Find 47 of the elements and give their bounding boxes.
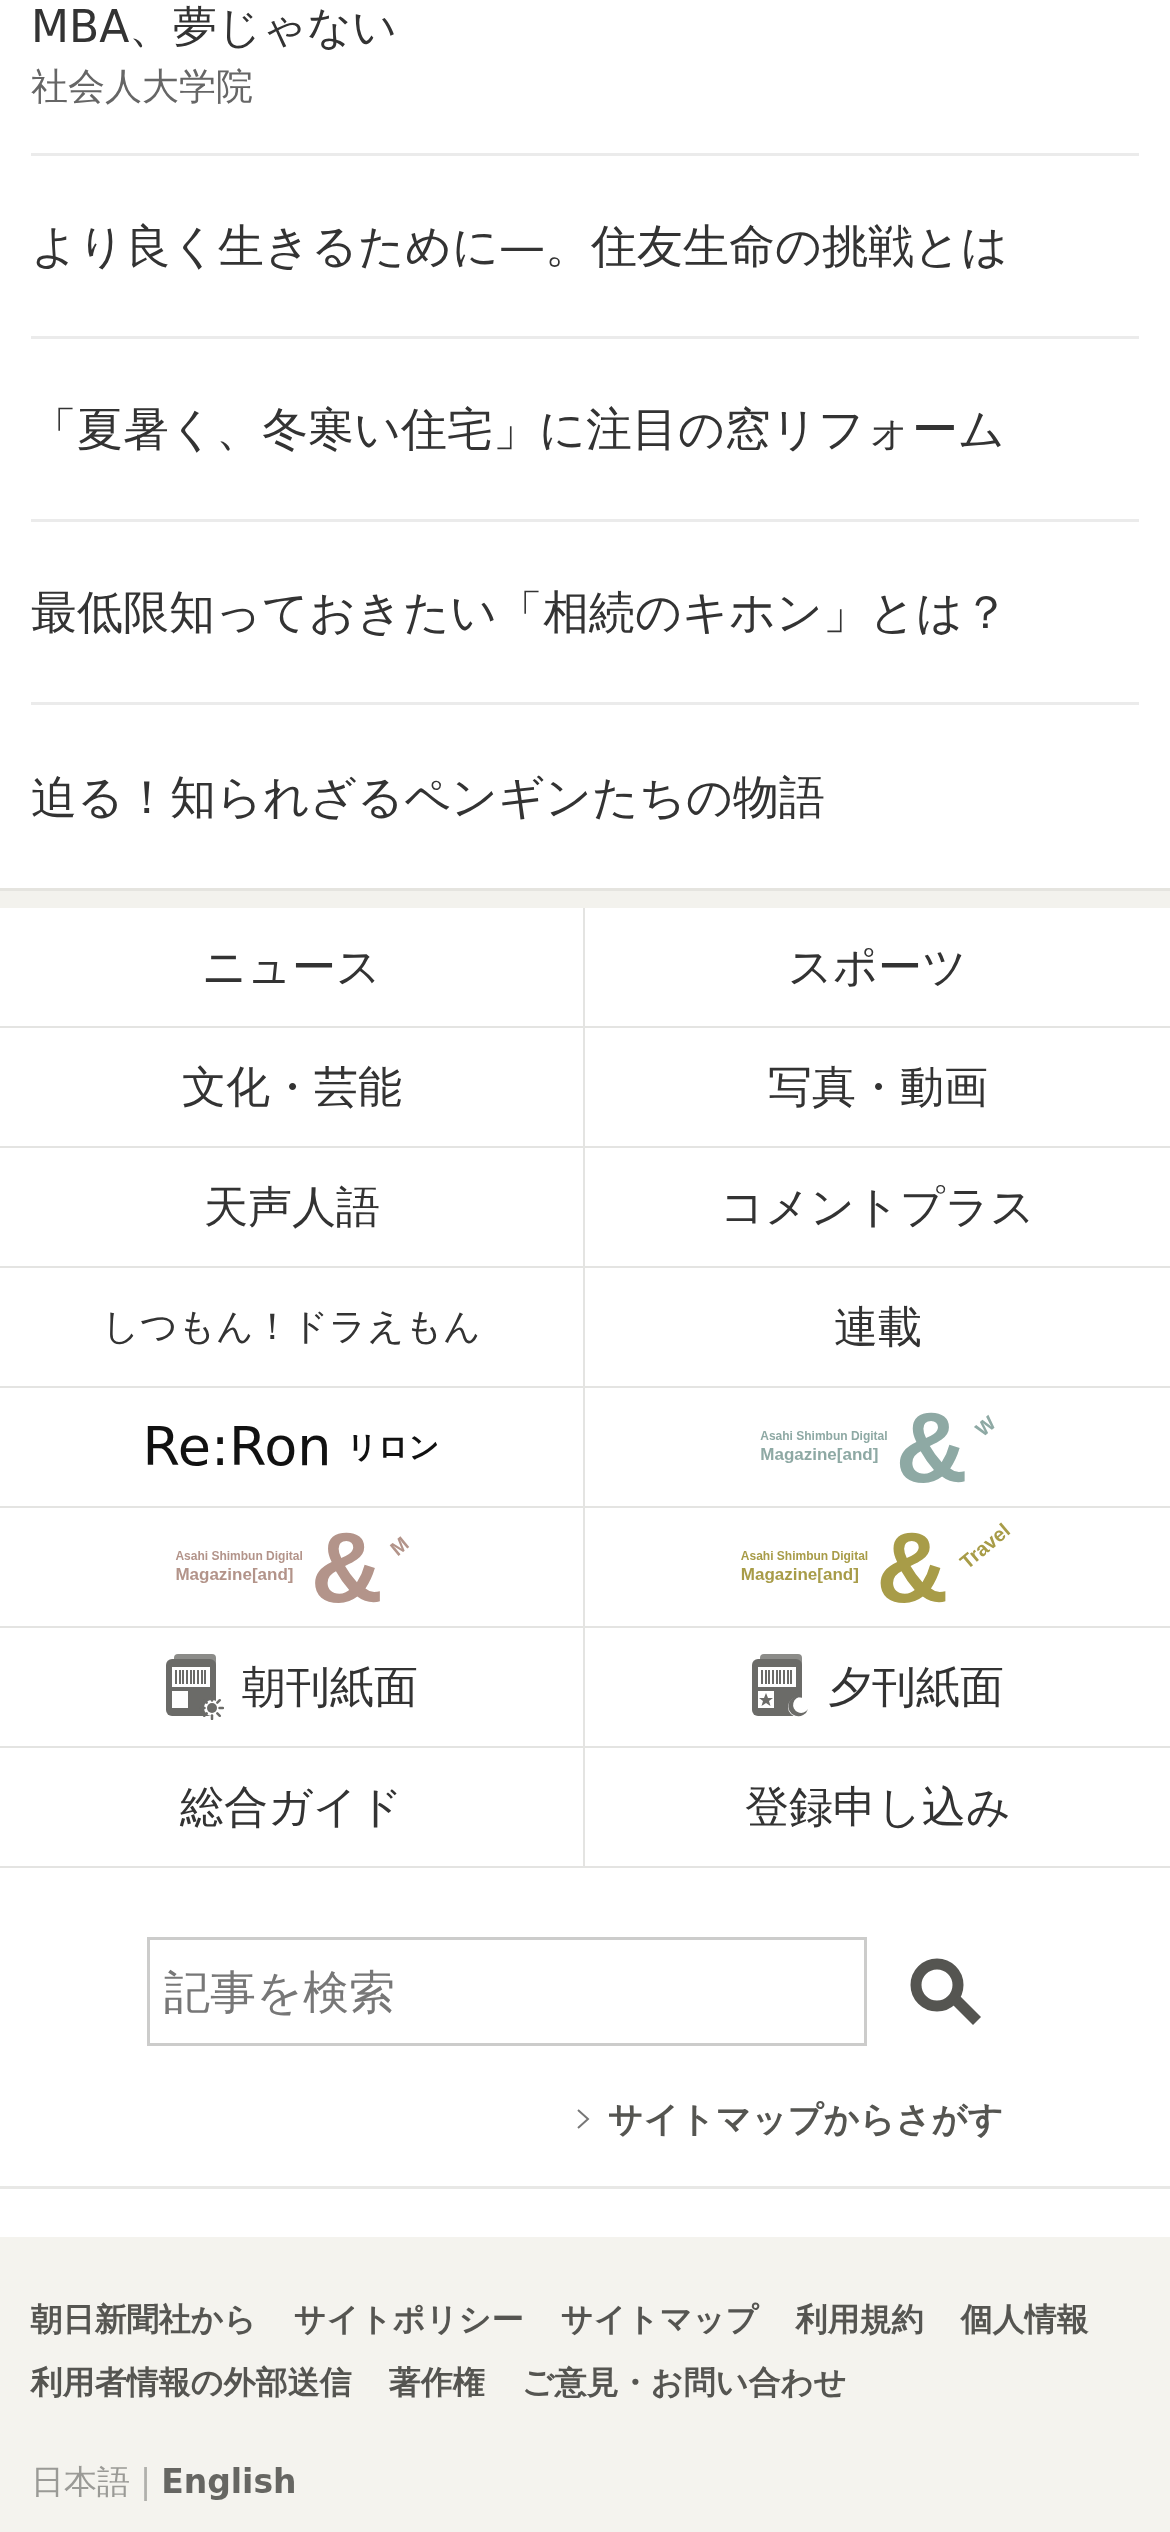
- footer-link[interactable]: 利用規約: [796, 2295, 924, 2343]
- nav-link[interactable]: スポーツ: [585, 908, 1170, 1028]
- nav-link[interactable]: 夕刊紙面: [585, 1628, 1170, 1748]
- language-option[interactable]: English: [161, 2458, 297, 2506]
- logo-kana: リロン: [347, 1428, 441, 1466]
- footer-link[interactable]: 著作権: [389, 2358, 485, 2406]
- footer-link[interactable]: サイトポリシー: [294, 2295, 524, 2343]
- footer-link[interactable]: サイトマップ: [561, 2295, 759, 2343]
- newspaper-sun-icon: [165, 1654, 224, 1720]
- sitemap-link[interactable]: サイトマップからさがす: [576, 2094, 1004, 2144]
- footer-link[interactable]: 朝日新聞社から: [31, 2295, 257, 2343]
- footer-link[interactable]: ご意見・お問い合わせ: [522, 2358, 847, 2406]
- logo-wordmark: Re:Ron: [142, 1417, 332, 1477]
- logo-title: Magazine[and]: [740, 1564, 860, 1586]
- logo-caption: Asahi Shimbun Digital: [740, 1548, 869, 1564]
- article-link[interactable]: より良く生きるために—。住友生命の挑戦とは: [31, 216, 1008, 276]
- nav-link[interactable]: しつもん！ドラえもん: [0, 1268, 585, 1388]
- footer-link[interactable]: 利用者情報の外部送信: [31, 2358, 352, 2406]
- nav-link[interactable]: 総合ガイド: [0, 1748, 585, 1868]
- nav-link[interactable]: ニュース: [0, 908, 585, 1028]
- newspaper-moon-icon: [751, 1654, 810, 1720]
- article-link[interactable]: 最低限知っておきたい「相続のキホン」とは？: [31, 582, 1009, 642]
- sponsor-label: 社会人大学院: [31, 64, 253, 110]
- nav-link[interactable]: 天声人語: [0, 1148, 585, 1268]
- article-link[interactable]: 「夏暑く、冬寒い住宅」に注目の窓リフォーム: [31, 399, 1005, 459]
- nav-link[interactable]: 写真・動画: [585, 1028, 1170, 1148]
- search-field[interactable]: 記事を検索: [147, 1937, 867, 2046]
- logo-title: Magazine[and]: [760, 1444, 880, 1466]
- logo-suffix: M: [385, 1532, 413, 1560]
- logo-suffix: W: [970, 1411, 1000, 1441]
- logo-caption: Asahi Shimbun Digital: [175, 1548, 303, 1564]
- logo-title: Magazine[and]: [175, 1564, 295, 1586]
- nav-link[interactable]: 登録申し込み: [585, 1748, 1170, 1868]
- nav-link[interactable]: 文化・芸能: [0, 1028, 585, 1148]
- nav-link[interactable]: 連載: [585, 1268, 1170, 1388]
- nav-link[interactable]: コメントプラス: [585, 1148, 1170, 1268]
- ampersand-mark: &: [310, 1525, 383, 1609]
- nav-link[interactable]: 朝刊紙面: [0, 1628, 585, 1748]
- article-link[interactable]: 迫る！知られざるペンギンたちの物語: [31, 766, 825, 827]
- language-separator: |: [140, 2461, 152, 2503]
- footer-link[interactable]: 個人情報: [961, 2295, 1089, 2343]
- logo-caption: Asahi Shimbun Digital: [760, 1428, 888, 1444]
- ampersand-mark: &: [876, 1525, 949, 1609]
- ampersand-mark: &: [895, 1405, 968, 1489]
- chevron-right-icon: [576, 2108, 590, 2130]
- article-link[interactable]: MBA、夢じゃない: [31, 0, 398, 53]
- logo-link[interactable]: Re:Ron リロン: [0, 1388, 585, 1508]
